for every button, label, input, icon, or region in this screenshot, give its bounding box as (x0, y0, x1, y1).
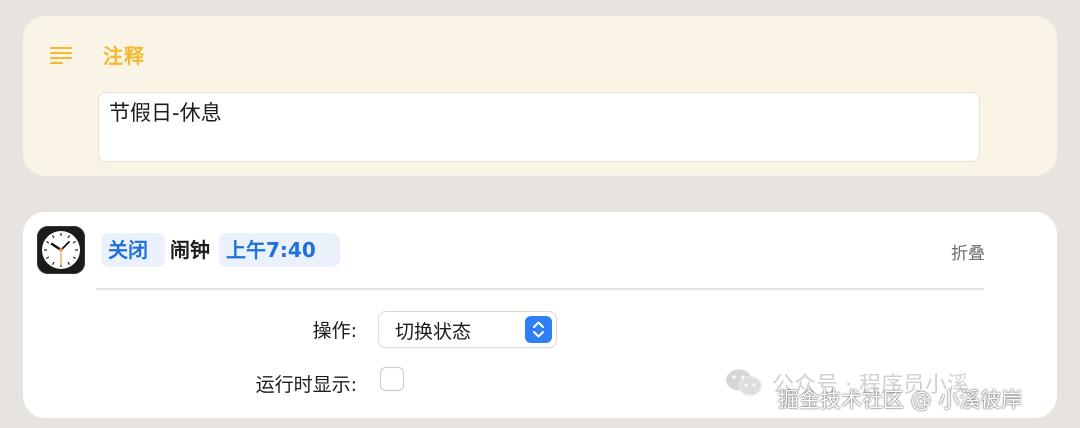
collapse-button[interactable]: 折叠 (951, 239, 985, 264)
alarm-time-token[interactable]: 上午7:40 (219, 233, 340, 267)
watermark-line2: 掘金技术社区 @ 小溪彼岸 (778, 388, 1023, 412)
divider (96, 288, 984, 290)
comment-text-field[interactable]: 节假日-休息 (98, 92, 980, 162)
comment-text: 节假日-休息 (109, 101, 222, 125)
action-title: 闹钟 (170, 238, 210, 262)
show-when-run-label: 运行时显示: (255, 374, 357, 396)
clock-icon (37, 226, 85, 274)
operation-select-value: 切换状态 (395, 321, 472, 343)
text-lines-icon (50, 47, 72, 64)
comment-title: 注释 (103, 44, 145, 68)
wechat-icon (726, 369, 762, 396)
operation-select[interactable]: 切换状态 (379, 312, 556, 347)
show-when-run-checkbox[interactable] (381, 368, 403, 390)
operation-label: 操作: (312, 320, 357, 342)
chevron-up-down-icon (525, 316, 552, 343)
comment-card: 注释 节假日-休息 (23, 16, 1057, 176)
operation-token[interactable]: 关闭 (101, 233, 165, 267)
